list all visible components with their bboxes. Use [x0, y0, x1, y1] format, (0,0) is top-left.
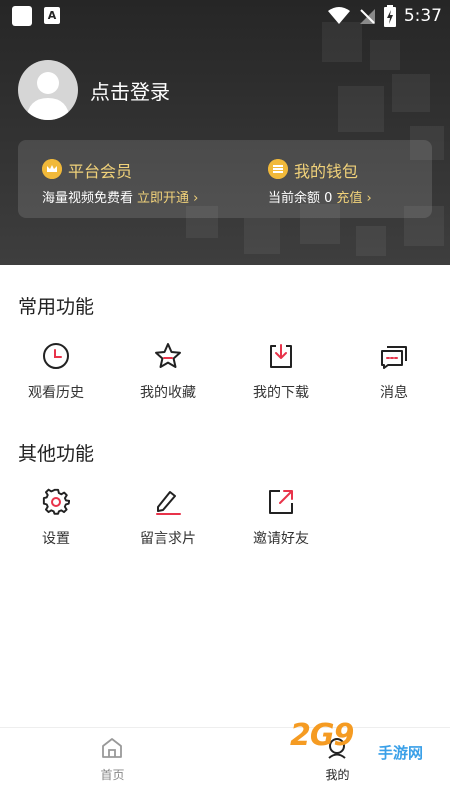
watermark-logo: 2G9 — [290, 718, 354, 753]
home-icon — [102, 738, 122, 758]
crown-icon — [42, 159, 62, 179]
battery-charging-icon — [383, 5, 396, 27]
func-label: 消息 — [380, 385, 408, 401]
nav-mine-label: 我的 — [325, 768, 350, 782]
status-icons: 5:37 — [327, 4, 442, 28]
vip-title: 平台会员 — [68, 162, 133, 181]
watch-history-button[interactable]: 观看历史 — [0, 340, 112, 410]
vip-card[interactable]: 平台会员 海量视频免费看 立即开通 › — [18, 140, 238, 218]
wallet-subtitle-row: 当前余额 0 充值 › — [268, 187, 372, 206]
member-wallet-panel: 平台会员 海量视频免费看 立即开通 › 我的钱包 当前余额 0 充值 › — [18, 140, 432, 218]
watermark-sub: 手游网 — [378, 744, 424, 762]
site-watermark: 2G9 手游网 — [290, 718, 440, 762]
common-functions-grid: 观看历史 我的收藏 我的下载 消息 — [0, 340, 450, 410]
vip-open-link[interactable]: 立即开通 › — [137, 191, 198, 206]
other-functions-grid: 设置 留言求片 邀请好友 — [0, 486, 450, 556]
func-label: 留言求片 — [140, 531, 196, 547]
common-functions-title: 常用功能 — [18, 296, 95, 318]
gear-icon — [42, 488, 70, 515]
wallet-card[interactable]: 我的钱包 当前余额 0 充值 › — [250, 140, 432, 218]
func-label: 邀请好友 — [253, 531, 309, 547]
status-time: 5:37 — [403, 6, 442, 26]
wallet-balance: 当前余额 0 — [268, 191, 333, 206]
message-icon — [381, 346, 407, 369]
downloads-button[interactable]: 我的下载 — [225, 340, 337, 410]
decor-square — [370, 40, 400, 70]
clock-icon — [43, 343, 69, 369]
avatar[interactable] — [18, 60, 78, 120]
wallet-icon — [268, 159, 288, 179]
vip-subtitle: 海量视频免费看 — [42, 191, 134, 206]
share-icon — [269, 490, 293, 514]
func-label: 设置 — [42, 531, 70, 547]
wifi-icon — [327, 7, 350, 24]
download-icon — [270, 344, 292, 368]
other-functions-title: 其他功能 — [18, 443, 95, 465]
edit-icon — [156, 491, 181, 515]
login-area[interactable]: 点击登录 — [18, 60, 170, 120]
recharge-link[interactable]: 充值 › — [336, 191, 371, 206]
request-video-button[interactable]: 留言求片 — [112, 486, 224, 556]
nav-home-label: 首页 — [100, 768, 125, 782]
decor-square — [244, 218, 280, 254]
login-label[interactable]: 点击登录 — [90, 76, 170, 105]
keyboard-a-icon: A — [44, 7, 60, 24]
favorites-button[interactable]: 我的收藏 — [112, 340, 224, 410]
no-signal-icon — [359, 9, 375, 24]
decor-square — [338, 86, 384, 132]
star-icon — [155, 343, 181, 368]
notification-square-icon — [12, 6, 32, 26]
decor-square — [356, 226, 386, 256]
vip-subtitle-row: 海量视频免费看 立即开通 › — [42, 187, 198, 206]
status-bar: A 5:37 — [0, 0, 450, 32]
profile-header: A 5:37 点击登录 平台会员 海量视频免费看 立即开通 › 我的钱包 当前余… — [0, 0, 450, 265]
wallet-title: 我的钱包 — [294, 162, 359, 181]
messages-button[interactable]: 消息 — [338, 340, 450, 410]
func-label: 观看历史 — [28, 385, 84, 401]
default-avatar-icon — [26, 72, 70, 120]
invite-friends-button[interactable]: 邀请好友 — [225, 486, 337, 556]
nav-home[interactable]: 首页 — [0, 728, 225, 800]
func-label: 我的下载 — [253, 385, 309, 401]
decor-square — [392, 74, 430, 112]
func-label: 我的收藏 — [140, 385, 196, 401]
mine-screen: A 5:37 点击登录 平台会员 海量视频免费看 立即开通 › 我的钱包 当前余… — [0, 0, 450, 800]
settings-button[interactable]: 设置 — [0, 486, 112, 556]
